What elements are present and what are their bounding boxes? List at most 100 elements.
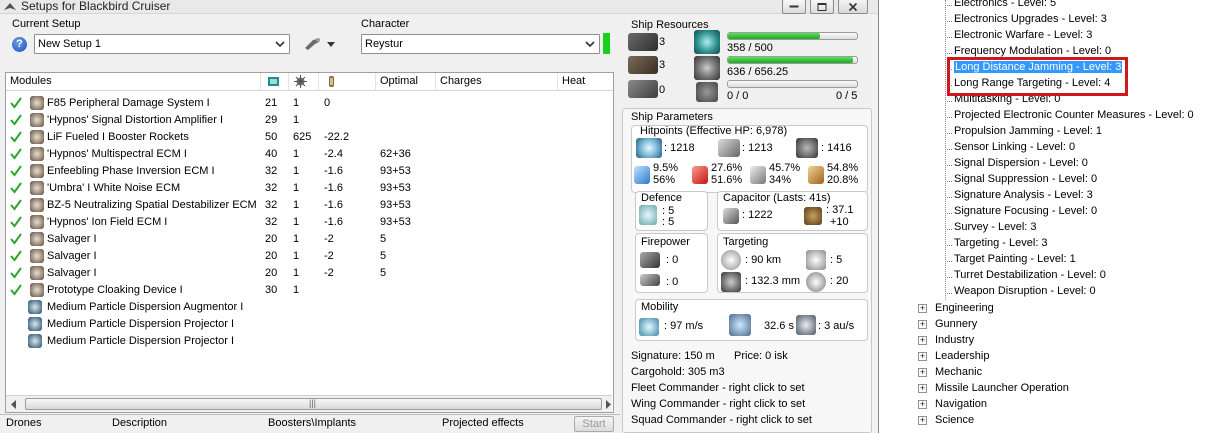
check-icon (10, 216, 22, 228)
skill-group[interactable]: Navigation (935, 398, 987, 410)
squad-commander[interactable]: Squad Commander - right click to set (631, 414, 812, 426)
tree-connector (945, 53, 952, 54)
expand-icon[interactable]: + (918, 416, 927, 425)
highlight-box (947, 57, 1128, 96)
module-cpu: 20 (265, 233, 278, 245)
em-resist-icon (634, 166, 650, 184)
module-icon (30, 113, 44, 127)
skill-group[interactable]: Missile Launcher Operation (935, 382, 1069, 394)
skill-item[interactable]: Electronics - Level: 5 (954, 0, 1056, 9)
module-row[interactable]: Enfeebling Phase Inversion ECM I 32 1 -1.6 9… (6, 163, 613, 180)
expand-icon[interactable]: + (918, 320, 927, 329)
module-row[interactable]: Prototype Cloaking Device I 30 1 (6, 282, 613, 299)
module-row[interactable]: 'Umbra' I White Noise ECM 32 1 -1.6 93+53 (6, 180, 613, 197)
tree-connector (945, 101, 952, 102)
skill-item[interactable]: Signal Dispersion - Level: 0 (954, 157, 1088, 169)
module-row[interactable]: Medium Particle Dispersion Projector I (6, 333, 613, 350)
tree-connector (945, 229, 952, 230)
drones-value: 0 / 5 (836, 90, 858, 102)
module-row[interactable]: Salvager I 20 1 -2 5 (6, 231, 613, 248)
module-name: 'Hypnos' Ion Field ECM I (47, 216, 168, 228)
module-row[interactable]: Salvager I 20 1 -2 5 (6, 265, 613, 282)
skill-item[interactable]: Frequency Modulation - Level: 0 (954, 45, 1111, 57)
col-cpu[interactable] (261, 73, 289, 91)
minimize-button[interactable] (782, 0, 806, 14)
fleet-commander[interactable]: Fleet Commander - right click to set (631, 382, 805, 394)
module-optimal: 93+53 (380, 182, 411, 194)
skill-item[interactable]: Propulsion Jamming - Level: 1 (954, 125, 1102, 137)
col-charges[interactable]: Charges (436, 73, 558, 91)
scroll-right-icon[interactable] (604, 400, 612, 409)
thermal-resist-armor: 51.6% (711, 174, 743, 186)
check-icon (10, 199, 22, 211)
expand-icon[interactable]: + (918, 304, 927, 313)
maximize-button[interactable] (810, 0, 834, 14)
skill-item[interactable]: Signature Analysis - Level: 3 (954, 189, 1093, 201)
module-icon (30, 147, 44, 161)
module-row[interactable]: F85 Peripheral Damage System I 21 1 0 (6, 95, 613, 112)
module-row[interactable]: 'Hypnos' Multispectral ECM I 40 1 -2.4 62+36 (6, 146, 613, 163)
skill-item[interactable]: Survey - Level: 3 (954, 221, 1037, 233)
tree-connector (945, 277, 952, 278)
scroll-left-icon[interactable] (10, 400, 18, 409)
col-optimal[interactable]: Optimal (376, 73, 436, 91)
module-row[interactable]: Medium Particle Dispersion Augmentor I (6, 299, 613, 316)
expand-icon[interactable]: + (918, 368, 927, 377)
module-optimal: 5 (380, 267, 387, 279)
skill-group[interactable]: Engineering (935, 302, 994, 314)
tab-description[interactable]: Description (112, 417, 167, 429)
skill-item[interactable]: Electronic Warfare - Level: 3 (954, 29, 1092, 41)
skill-item[interactable]: Turret Destabilization - Level: 0 (954, 269, 1106, 281)
col-powergrid[interactable] (289, 73, 319, 91)
module-optimal: 93+53 (380, 199, 411, 211)
start-button[interactable]: Start (574, 416, 614, 432)
skill-item[interactable]: Targeting - Level: 3 (954, 237, 1048, 249)
module-row[interactable]: 'Hypnos' Signal Distortion Amplifier I 29… (6, 112, 613, 129)
skill-item[interactable]: Signature Focusing - Level: 0 (954, 205, 1097, 217)
expand-icon[interactable]: + (918, 400, 927, 409)
turret-dps: : 0 (666, 254, 679, 266)
expand-icon[interactable]: + (918, 336, 927, 345)
tree-connector (945, 293, 952, 294)
tab-projected-effects[interactable]: Projected effects (442, 417, 524, 429)
skill-group[interactable]: Industry (935, 334, 974, 346)
missile-dps: : 0 (666, 276, 679, 288)
check-icon (10, 284, 22, 296)
expand-icon[interactable]: + (918, 352, 927, 361)
tab-boosters-implants[interactable]: Boosters\Implants (268, 417, 356, 429)
skill-item[interactable]: Target Painting - Level: 1 (954, 253, 1076, 265)
skill-group[interactable]: Gunnery (935, 318, 977, 330)
skill-group[interactable]: Leadership (935, 350, 989, 362)
tree-connector (945, 149, 952, 150)
skill-item[interactable]: Sensor Linking - Level: 0 (954, 141, 1075, 153)
modules-horizontal-scrollbar[interactable]: ||| (6, 395, 612, 412)
skill-group[interactable]: Science (935, 414, 974, 426)
module-pg: 1 (293, 199, 300, 211)
module-row[interactable]: Salvager I 20 1 -2 5 (6, 248, 613, 265)
skill-item[interactable]: Signal Suppression - Level: 0 (954, 173, 1097, 185)
tree-connector (945, 5, 952, 6)
module-row[interactable]: BZ-5 Neutralizing Spatial Destabilizer E… (6, 197, 613, 214)
skill-group[interactable]: Mechanic (935, 366, 982, 378)
scrollbar-thumb[interactable]: ||| (25, 398, 602, 410)
module-pg: 1 (293, 97, 300, 109)
close-button[interactable] (838, 0, 868, 14)
module-row[interactable]: 'Hypnos' Ion Field ECM I 32 1 -1.6 93+53 (6, 214, 613, 231)
setup-actions-button[interactable] (301, 34, 337, 54)
wing-commander[interactable]: Wing Commander - right click to set (631, 398, 805, 410)
tab-drones[interactable]: Drones (6, 417, 41, 429)
col-capacitor[interactable] (319, 73, 376, 91)
col-heat[interactable]: Heat (558, 73, 614, 91)
expand-icon[interactable]: + (918, 384, 927, 393)
help-icon[interactable]: ? (12, 37, 27, 52)
module-row[interactable]: Medium Particle Dispersion Projector I (6, 316, 613, 333)
module-row[interactable]: LiF Fueled I Booster Rockets 50 625 -22.2 (6, 129, 613, 146)
skill-item[interactable]: Weapon Disruption - Level: 0 (954, 285, 1096, 297)
setup-select[interactable]: New Setup 1 (34, 34, 290, 54)
skill-item[interactable]: Electronics Upgrades - Level: 3 (954, 13, 1107, 25)
skill-item[interactable]: Projected Electronic Counter Measures - … (954, 109, 1194, 121)
col-modules[interactable]: Modules (6, 73, 261, 91)
character-select[interactable]: Reystur (361, 34, 600, 54)
module-pg: 1 (293, 267, 300, 279)
max-targets-icon (806, 250, 826, 270)
